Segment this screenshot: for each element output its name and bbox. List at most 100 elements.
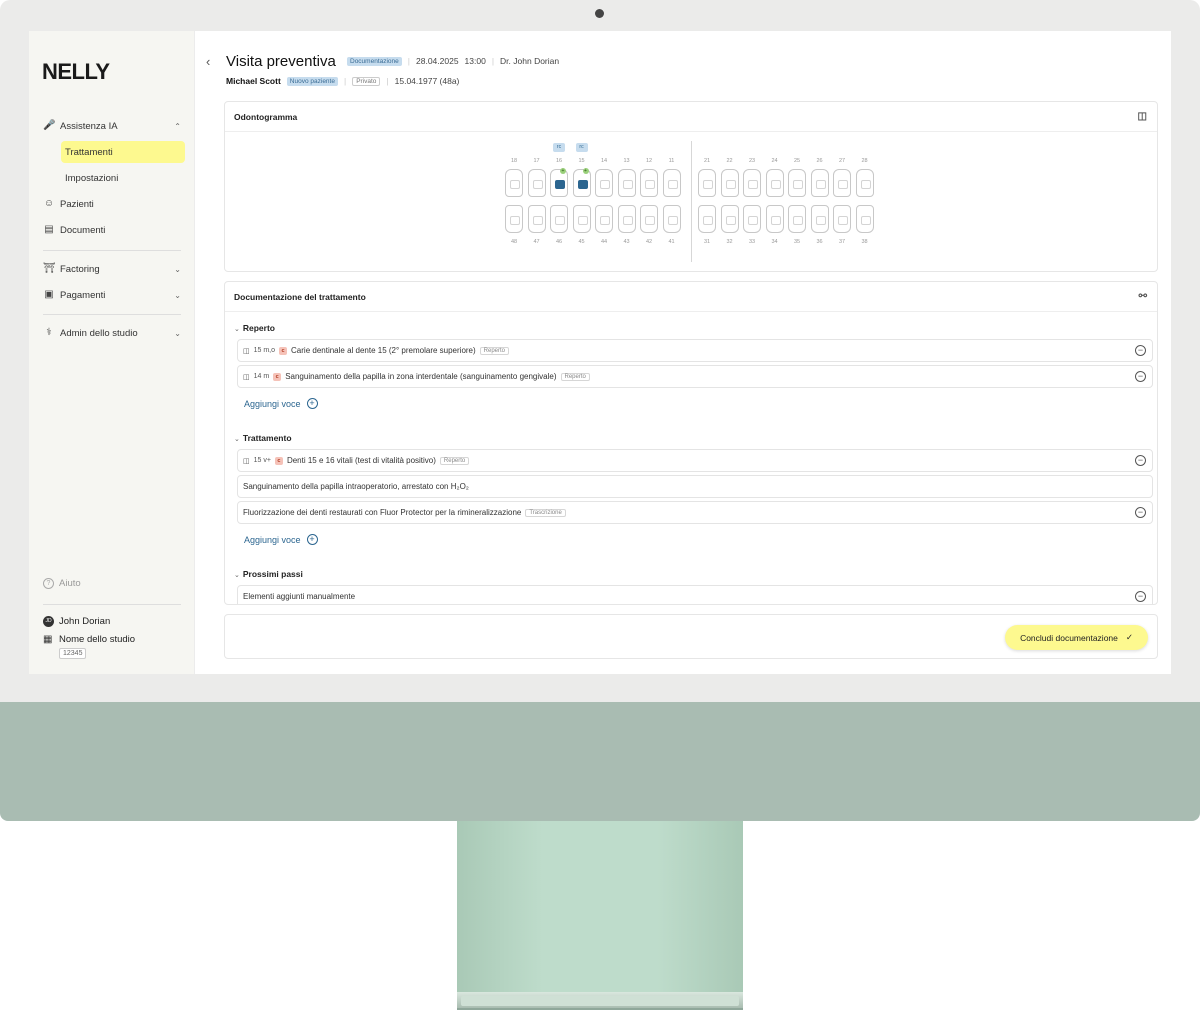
tooth-38[interactable] <box>855 205 874 233</box>
row-text: Sanguinamento della papilla intraoperato… <box>243 482 469 491</box>
tooth-26[interactable] <box>810 169 829 197</box>
voicemail-icon[interactable]: ⚯ <box>1139 291 1147 302</box>
tooth-12[interactable] <box>640 169 658 197</box>
tooth-code: 15 v+ <box>253 457 271 464</box>
tooth-number-38: 38 <box>861 239 868 245</box>
remove-icon[interactable]: − <box>1135 455 1146 466</box>
tooth-42[interactable] <box>640 205 658 233</box>
tooth-34[interactable] <box>765 205 784 233</box>
list-item[interactable]: ◫ 15 v+ c Denti 15 e 16 vitali (test di … <box>237 449 1153 472</box>
row-text: Elementi aggiunti manualmente <box>243 592 356 601</box>
tooth-44[interactable] <box>595 205 613 233</box>
tooth-number-44: 44 <box>600 239 608 245</box>
documentation-header: Documentazione del trattamento ⚯ <box>225 282 1157 312</box>
studio-selector[interactable]: ▦ Nome dello studio <box>43 634 135 645</box>
tooth-number-46: 46 <box>555 239 563 245</box>
tooth-18[interactable] <box>505 169 523 197</box>
root-canal-badge[interactable]: rc <box>575 143 588 152</box>
tooth-16[interactable] <box>550 169 568 197</box>
tooth-14[interactable] <box>595 169 613 197</box>
tooth-number-36: 36 <box>816 239 823 245</box>
book-icon[interactable]: ◫ <box>1138 111 1147 122</box>
tooth-21[interactable] <box>698 169 716 197</box>
tooth-33[interactable] <box>743 205 761 233</box>
tooth-number-27: 27 <box>838 158 846 164</box>
plus-icon: + <box>560 168 566 174</box>
app-logo[interactable]: NELLY <box>42 59 110 85</box>
tooth-47[interactable] <box>527 205 546 233</box>
help-link[interactable]: ? Aiuto <box>43 578 81 589</box>
root-canal-badge[interactable]: rc <box>553 143 565 152</box>
tooth-25[interactable] <box>788 169 806 197</box>
sidebar-item-factoring[interactable]: ⛩ Factoring ⌄ <box>43 258 185 280</box>
add-entry-button[interactable]: Aggiungi voce + <box>244 398 318 409</box>
chevron-down-icon: ⌄ <box>174 328 181 338</box>
sidebar-item-pazienti[interactable]: ☺ Pazienti <box>43 193 185 215</box>
list-item[interactable]: Fluorizzazione dei denti restaurati con … <box>237 501 1153 524</box>
section-prossimi-passi[interactable]: ⌄ Prossimi passi <box>234 569 303 579</box>
tooth-number-16: 16 <box>555 158 563 164</box>
remove-icon[interactable]: − <box>1135 591 1146 602</box>
tooth-41[interactable] <box>662 205 681 233</box>
user-profile[interactable]: JD John Dorian <box>43 616 110 627</box>
conclude-documentation-button[interactable]: Concludi documentazione ✓ <box>1005 625 1148 650</box>
sidebar-item-trattamenti[interactable]: Trattamenti <box>61 141 185 163</box>
doctor-name: Dr. John Dorian <box>500 56 560 66</box>
list-item[interactable]: Elementi aggiunti manualmente − <box>237 585 1153 604</box>
page-title: Visita preventiva <box>226 53 336 70</box>
section-trattamento[interactable]: ⌄ Trattamento <box>234 433 292 443</box>
tooth-17[interactable] <box>527 169 546 197</box>
tooth-24[interactable] <box>765 169 784 197</box>
tooth-icon: ◫ <box>243 347 250 355</box>
tooth-31[interactable] <box>698 205 716 233</box>
tooth-37[interactable] <box>833 205 851 233</box>
sidebar-item-documenti[interactable]: ▤ Documenti <box>43 219 185 241</box>
tooth-number-18: 18 <box>510 158 518 164</box>
tooth-46[interactable] <box>550 205 568 233</box>
section-reperto[interactable]: ⌄ Reperto <box>234 323 275 333</box>
tooth-36[interactable] <box>810 205 829 233</box>
tooth-number-43: 43 <box>623 239 630 245</box>
list-item[interactable]: ◫ 14 m c Sanguinamento della papilla in … <box>237 365 1153 388</box>
user-name: John Dorian <box>59 616 111 627</box>
tooth-number-24: 24 <box>771 158 778 164</box>
tooth-13[interactable] <box>617 169 636 197</box>
tooth-number-21: 21 <box>703 158 711 164</box>
status-badge: Documentazione <box>347 56 402 66</box>
chevron-down-icon: ⌄ <box>234 436 240 443</box>
building-icon: ▦ <box>43 634 53 645</box>
bank-icon: ⛩ <box>43 263 56 274</box>
chevron-down-icon: ⌄ <box>174 264 181 274</box>
tooth-28[interactable] <box>855 169 874 197</box>
section-label: Trattamento <box>242 433 292 443</box>
tooth-22[interactable] <box>720 169 739 197</box>
odontogram-card: Odontogramma ◫ 18 17 16 15 14 13 12 11 21 22 23 24 2… <box>224 101 1158 272</box>
chevron-down-icon: ⌄ <box>234 572 240 579</box>
tooth-32[interactable] <box>720 205 739 233</box>
sidebar-item-pagamenti[interactable]: ▣ Pagamenti ⌄ <box>43 284 185 306</box>
visit-date: 28.04.2025 <box>416 56 459 66</box>
remove-icon[interactable]: − <box>1135 345 1146 356</box>
tooth-35[interactable] <box>788 205 806 233</box>
tooth-11[interactable] <box>662 169 681 197</box>
list-item[interactable]: ◫ 15 m,o c Carie dentinale al dente 15 (… <box>237 339 1153 362</box>
tooth-48[interactable] <box>505 205 523 233</box>
patient-name[interactable]: Michael Scott <box>226 76 281 86</box>
tooth-27[interactable] <box>833 169 851 197</box>
list-item[interactable]: Sanguinamento della papilla intraoperato… <box>237 475 1153 498</box>
remove-icon[interactable]: − <box>1135 507 1146 518</box>
chevron-down-icon: ⌄ <box>174 290 181 300</box>
sidebar-item-assistenza-ia[interactable]: 🎤 Assistenza IA ⌃ <box>43 115 185 137</box>
tooth-43[interactable] <box>617 205 636 233</box>
tooth-number-23: 23 <box>748 158 756 164</box>
add-entry-button[interactable]: Aggiungi voce + <box>244 534 318 545</box>
plus-icon: + <box>306 398 318 409</box>
sidebar-item-impostazioni[interactable]: Impostazioni <box>61 167 185 189</box>
sidebar-item-admin[interactable]: ⚕ Admin dello studio ⌄ <box>43 322 185 344</box>
tooth-number-35: 35 <box>793 239 801 245</box>
remove-icon[interactable]: − <box>1135 371 1146 382</box>
tooth-45[interactable] <box>572 205 591 233</box>
tooth-23[interactable] <box>743 169 761 197</box>
sidebar-divider <box>43 604 181 605</box>
back-icon[interactable]: ‹ <box>206 54 210 69</box>
